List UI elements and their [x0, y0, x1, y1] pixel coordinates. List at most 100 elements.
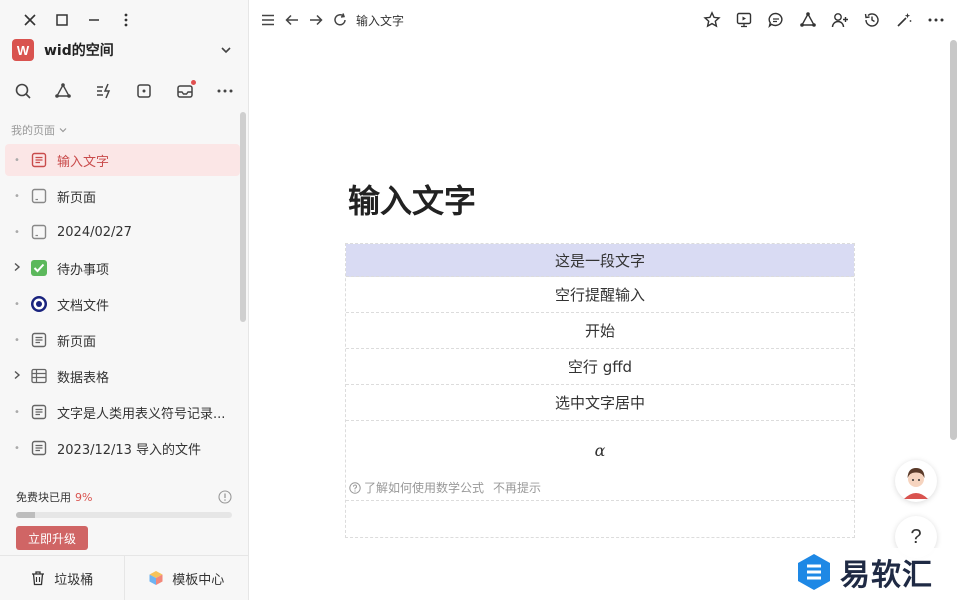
text-block[interactable]: 空行提醒输入 — [346, 277, 854, 313]
document-breadcrumb[interactable]: 输入文字 — [356, 12, 404, 29]
magic-wand-icon[interactable] — [892, 8, 916, 32]
arrow-left-icon[interactable] — [280, 8, 304, 32]
cube-icon — [149, 571, 163, 585]
tree-item[interactable]: • 输入文字 — [5, 144, 240, 176]
bullet: • — [14, 298, 20, 310]
more-horizontal-icon[interactable] — [924, 8, 948, 32]
target-icon — [29, 294, 49, 314]
tree-item-label: 新页面 — [57, 334, 97, 350]
tree-item-label: 待办事项 — [57, 262, 110, 278]
tree-item[interactable]: • 2024/02/27 — [5, 216, 240, 248]
table-icon — [29, 366, 49, 386]
section-label: 我的页面 — [11, 124, 55, 137]
star-icon[interactable] — [700, 8, 724, 32]
bullet: • — [14, 334, 20, 346]
tree-item-label: 2024/02/27 — [57, 224, 132, 240]
sidebar-toolbar — [12, 80, 236, 102]
tree-item[interactable]: 数据表格 — [5, 360, 240, 392]
minimize-window-icon[interactable] — [78, 10, 110, 30]
document-icon — [29, 402, 49, 422]
tree-item-label: 新页面 — [57, 190, 97, 206]
bullet: • — [14, 442, 20, 454]
tree-item-label: 输入文字 — [57, 154, 110, 170]
content-block-table: 这是一段文字 空行提醒输入 开始 空行 gffd 选中文字居中 α 了解如何使用… — [345, 243, 855, 538]
tree-item[interactable]: • 文档文件 — [5, 288, 240, 320]
sidebar-scrollbar[interactable] — [240, 112, 246, 322]
tree-item[interactable]: • 文字是人类用表义符号记录... — [5, 396, 240, 428]
graph-icon[interactable] — [52, 80, 74, 102]
presentation-icon[interactable] — [732, 8, 756, 32]
text-block[interactable]: 选中文字居中 — [346, 385, 854, 421]
checkbox-icon — [29, 258, 49, 278]
tree-item[interactable]: • 新页面 — [5, 180, 240, 212]
space-name: wid的空间 — [44, 43, 114, 59]
menu-icon[interactable] — [256, 8, 280, 32]
document-icon — [29, 438, 49, 458]
focus-icon[interactable] — [133, 80, 155, 102]
arrow-right-icon[interactable] — [304, 8, 328, 32]
info-icon[interactable] — [218, 490, 232, 504]
template-center-label: 模板中心 — [172, 572, 225, 588]
math-formula[interactable]: α — [346, 421, 854, 479]
watermark-text: 易软汇 — [840, 558, 933, 593]
watermark-logo-icon — [798, 554, 830, 590]
avatar-icon — [904, 468, 928, 499]
upgrade-button[interactable]: 立即升级 — [16, 526, 88, 550]
top-actions — [700, 8, 948, 32]
text-block[interactable]: 空行 gffd — [346, 349, 854, 385]
text-block[interactable]: 这是一段文字 — [346, 244, 854, 277]
graph-icon[interactable] — [796, 8, 820, 32]
sidebar-footer: 垃圾桶 模板中心 — [0, 555, 248, 600]
add-user-icon[interactable] — [828, 8, 852, 32]
math-block[interactable]: α 了解如何使用数学公式 不再提示 — [346, 421, 854, 501]
trash-button[interactable]: 垃圾桶 — [0, 556, 124, 600]
chevron-right-icon[interactable] — [11, 262, 23, 275]
text-block[interactable]: 开始 — [346, 313, 854, 349]
search-icon[interactable] — [12, 80, 34, 102]
quota-percent: 9% — [75, 490, 93, 504]
refresh-icon[interactable] — [328, 8, 352, 32]
main-scrollbar[interactable] — [950, 40, 957, 440]
empty-block[interactable] — [346, 501, 854, 537]
window-controls — [14, 10, 142, 30]
help-circle-icon — [349, 481, 361, 494]
quick-action-icon[interactable] — [93, 80, 115, 102]
history-icon[interactable] — [860, 8, 884, 32]
watermark: 易软汇 — [786, 548, 956, 596]
tree-item[interactable]: 待办事项 — [5, 252, 240, 284]
notification-dot — [190, 80, 196, 85]
dont-show-again-link[interactable]: 不再提示 — [493, 479, 541, 496]
assistant-avatar[interactable] — [895, 460, 937, 502]
blank-page-icon — [29, 186, 49, 206]
space-avatar: W — [12, 39, 34, 61]
inbox-icon[interactable] — [174, 80, 196, 102]
space-switcher[interactable]: W wid的空间 — [12, 38, 234, 62]
quota-progress-fill — [16, 512, 36, 518]
tree-item[interactable]: • 新页面 — [5, 324, 240, 356]
math-help-link[interactable]: 了解如何使用数学公式 — [364, 479, 484, 496]
chevron-down-icon — [221, 47, 231, 54]
bullet: • — [14, 226, 20, 238]
template-center-button[interactable]: 模板中心 — [123, 556, 249, 600]
trash-icon — [32, 571, 45, 586]
comment-icon[interactable] — [764, 8, 788, 32]
tree-item-label: 数据表格 — [57, 370, 110, 386]
top-bar: 输入文字 — [256, 8, 948, 32]
close-window-icon[interactable] — [14, 10, 46, 30]
math-hint: 了解如何使用数学公式 不再提示 — [346, 479, 854, 496]
chevron-down-icon — [59, 128, 67, 133]
chevron-right-icon[interactable] — [11, 370, 23, 383]
maximize-window-icon[interactable] — [46, 10, 78, 30]
bullet: • — [14, 406, 20, 418]
tree-item-label: 文字是人类用表义符号记录... — [57, 406, 226, 422]
document-icon — [29, 330, 49, 350]
more-horizontal-icon[interactable] — [214, 80, 236, 102]
blank-page-icon — [29, 222, 49, 242]
more-vertical-icon[interactable] — [110, 10, 142, 30]
document-icon — [29, 150, 49, 170]
bullet: • — [14, 190, 20, 202]
tree-item[interactable]: • 2023/12/13 导入的文件 — [5, 432, 240, 464]
page-title[interactable]: 输入文字 — [348, 176, 476, 222]
page-tree: • 输入文字 • 新页面 • 2024/02/27 待办事项 • 文档文件 • … — [5, 144, 240, 468]
section-my-pages[interactable]: 我的页面 — [11, 122, 68, 138]
